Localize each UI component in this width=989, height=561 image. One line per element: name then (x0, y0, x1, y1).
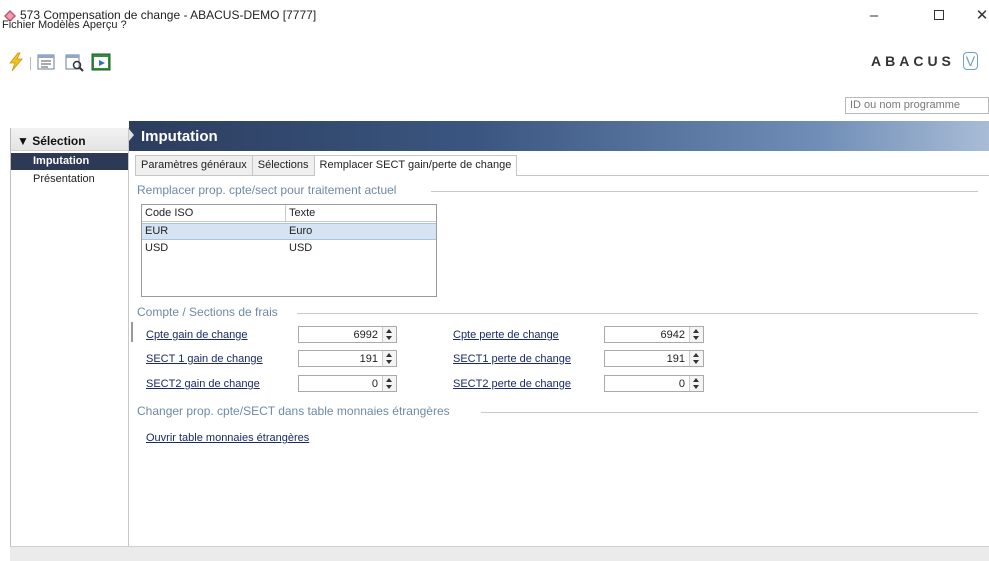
header-collapse-notch[interactable] (129, 129, 134, 141)
close-icon: ✕ (975, 7, 989, 24)
sidebar-header-selection[interactable]: ▼ Sélection (11, 128, 129, 151)
sect1-gain-label[interactable]: SECT 1 gain de change (146, 353, 263, 365)
group-title-changer-prop: Changer prop. cpte/SECT dans table monna… (137, 404, 450, 418)
sidebar-item-presentation[interactable]: Présentation (11, 171, 129, 188)
menu-help[interactable]: ? (120, 19, 129, 35)
group-divider (431, 191, 978, 192)
lightning-icon[interactable] (6, 52, 26, 72)
sect1-perte-field[interactable]: 191 (604, 350, 704, 367)
column-header-code-iso[interactable]: Code ISO (142, 205, 196, 222)
tab-underline (135, 175, 989, 176)
menu-fichier[interactable]: Fichier (0, 19, 38, 35)
column-header-texte[interactable]: Texte (286, 205, 318, 222)
menu-apercu[interactable]: Aperçu (83, 19, 121, 35)
abacus-logo: ABACUS V (871, 52, 979, 70)
sect1-gain-field[interactable]: 191 (298, 350, 397, 367)
program-search-input[interactable]: ID ou nom programme (845, 97, 989, 114)
menu-modeles[interactable]: Modèles (38, 19, 83, 35)
splitter-handle[interactable] (131, 322, 133, 342)
sect2-perte-value: 0 (678, 378, 685, 390)
spinner-icon[interactable] (382, 351, 396, 366)
cpte-gain-field[interactable]: 6992 (298, 326, 397, 343)
spinner-icon[interactable] (382, 376, 396, 391)
cell-code-iso: USD (145, 242, 169, 254)
sect2-gain-field[interactable]: 0 (298, 375, 397, 392)
close-button[interactable]: ✕ (962, 0, 989, 30)
spinner-icon[interactable] (689, 351, 703, 366)
cpte-perte-value: 6942 (660, 329, 685, 341)
tab-remplacer-sect[interactable]: Remplacer SECT gain/perte de change (313, 155, 518, 176)
sidebar (11, 128, 129, 546)
sidebar-item-imputation[interactable]: Imputation (11, 153, 129, 170)
sect2-gain-label[interactable]: SECT2 gain de change (146, 378, 260, 390)
group-title-compte-sections: Compte / Sections de frais (137, 305, 278, 319)
group-title-remplacer: Remplacer prop. cpte/sect pour traitemen… (137, 183, 397, 197)
toolbar-separator (30, 57, 31, 70)
table-row[interactable]: USD USD (142, 241, 436, 258)
cell-code-iso: EUR (145, 225, 169, 237)
cpte-gain-value: 6992 (353, 329, 378, 341)
status-bar (10, 546, 989, 561)
logo-version-badge: V (962, 52, 979, 70)
cell-texte: USD (289, 242, 313, 254)
sect2-gain-value: 0 (371, 378, 378, 390)
table-header: Code ISO Texte (142, 205, 436, 222)
application-window: 573 Compensation de change - ABACUS-DEMO… (0, 0, 989, 561)
logo-text: ABACUS (871, 53, 955, 69)
tab-parametres-generaux[interactable]: Paramètres généraux (135, 155, 253, 175)
maximize-icon (934, 10, 944, 20)
spinner-icon[interactable] (382, 327, 396, 342)
minimize-icon: – (869, 6, 879, 24)
group-divider (481, 412, 978, 413)
currency-table: Code ISO Texte EUR Euro USD USD (141, 204, 437, 297)
sect2-perte-label[interactable]: SECT2 perte de change (453, 378, 571, 390)
toolbar (0, 35, 989, 79)
sect2-perte-field[interactable]: 0 (604, 375, 704, 392)
list-window-icon[interactable] (36, 52, 56, 72)
tab-selections[interactable]: Sélections (251, 155, 315, 175)
preview-search-icon[interactable] (64, 52, 84, 72)
title-bar: 573 Compensation de change - ABACUS-DEMO… (0, 0, 989, 30)
maximize-button[interactable] (919, 0, 959, 30)
sect1-gain-value: 191 (359, 353, 378, 365)
sect1-perte-value: 191 (666, 353, 685, 365)
sect1-perte-label[interactable]: SECT1 perte de change (453, 353, 571, 365)
spinner-icon[interactable] (689, 327, 703, 342)
tab-bar: Paramètres généraux Sélections Remplacer… (135, 155, 518, 176)
sidebar-divider (128, 128, 129, 546)
open-currency-table-link[interactable]: Ouvrir table monnaies étrangères (146, 432, 309, 444)
table-row[interactable]: EUR Euro (142, 223, 436, 240)
cell-texte: Euro (289, 225, 313, 237)
cpte-perte-field[interactable]: 6942 (604, 326, 704, 343)
export-window-icon[interactable] (91, 52, 111, 72)
menu-bar: Fichier Modèles Aperçu ? (0, 19, 130, 35)
spinner-icon[interactable] (689, 376, 703, 391)
page-title: Imputation (141, 128, 218, 145)
group-divider (297, 313, 978, 314)
page-header (129, 121, 989, 151)
cpte-gain-label[interactable]: Cpte gain de change (146, 329, 248, 341)
cpte-perte-label[interactable]: Cpte perte de change (453, 329, 559, 341)
minimize-button[interactable]: – (854, 0, 894, 30)
